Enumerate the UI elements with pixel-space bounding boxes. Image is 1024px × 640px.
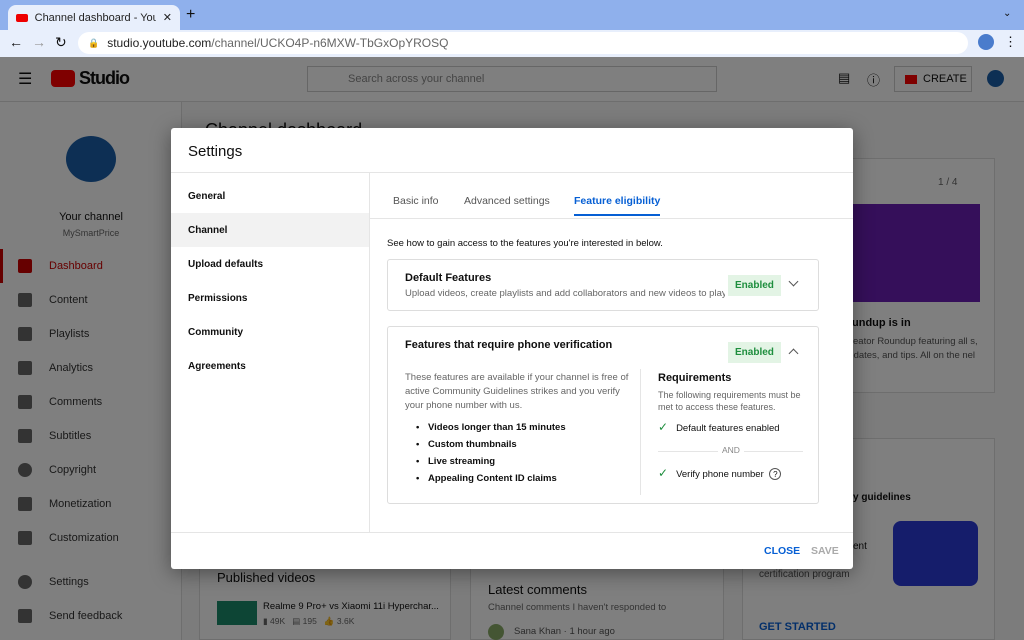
nav-general[interactable]: General — [171, 179, 369, 213]
nav-label: Community — [188, 326, 243, 338]
browser-tab-bar: Channel dashboard - YouTube ✕ + ⌄ — [0, 0, 1024, 30]
status-badge: Enabled — [728, 342, 781, 363]
and-separator: AND — [718, 445, 744, 455]
chevron-up-icon[interactable] — [788, 348, 799, 359]
back-icon[interactable]: ← — [9, 34, 23, 50]
chevron-down-icon[interactable]: ⌄ — [1003, 8, 1011, 19]
tab-basic-info[interactable]: Basic info — [393, 195, 439, 207]
nav-label: Permissions — [188, 292, 248, 304]
browser-toolbar: ← → ↻ 🔒 studio.youtube.com/channel/UCKO4… — [0, 30, 1024, 57]
card-description: These features are available if your cha… — [405, 372, 629, 411]
check-icon: ✓ — [658, 420, 669, 434]
nav-label: Channel — [188, 224, 228, 236]
nav-label: General — [188, 190, 226, 202]
close-tab-icon[interactable]: ✕ — [163, 11, 172, 24]
divider — [370, 218, 853, 219]
address-bar[interactable]: 🔒 studio.youtube.com/channel/UCKO4P-n6MX… — [78, 32, 968, 54]
feature-item: Custom thumbnails — [416, 439, 517, 450]
feature-item: Appealing Content ID claims — [416, 473, 557, 484]
new-tab-icon[interactable]: + — [186, 6, 195, 24]
settings-dialog: Settings General Channel Upload defaults… — [171, 128, 853, 569]
close-button[interactable]: CLOSE — [764, 545, 800, 557]
intro-text: See how to gain access to the features y… — [387, 238, 663, 249]
save-button[interactable]: SAVE — [811, 545, 839, 557]
youtube-favicon-icon — [16, 13, 28, 22]
nav-agreements[interactable]: Agreements — [171, 349, 369, 383]
nav-upload-defaults[interactable]: Upload defaults — [171, 247, 369, 281]
lock-icon: 🔒 — [88, 37, 100, 48]
nav-channel[interactable]: Channel — [171, 213, 369, 247]
help-icon[interactable]: ? — [769, 468, 782, 480]
url-host: studio.youtube.com — [107, 36, 212, 50]
chevron-down-icon[interactable] — [788, 276, 799, 287]
divider — [171, 532, 853, 533]
tab-feature-eligibility[interactable]: Feature eligibility — [574, 195, 661, 216]
browser-tab[interactable]: Channel dashboard - YouTube ✕ — [8, 5, 180, 30]
dialog-title: Settings — [188, 143, 243, 160]
forward-icon[interactable]: → — [32, 34, 46, 50]
requirement-item: Verify phone number — [676, 469, 764, 480]
phone-verification-card: Features that require phone verification… — [387, 326, 819, 504]
nav-permissions[interactable]: Permissions — [171, 281, 369, 315]
check-icon: ✓ — [658, 466, 669, 480]
url-path: /channel/UCKO4P-n6MXW-TbGxOpYROSQ — [211, 36, 449, 50]
feature-item: Live streaming — [416, 456, 495, 467]
card-description: Upload videos, create playlists and add … — [405, 288, 725, 299]
tab-advanced-settings[interactable]: Advanced settings — [464, 195, 550, 207]
card-title: Default Features — [405, 272, 492, 284]
tab-title: Channel dashboard - YouTube — [34, 11, 156, 24]
card-title: Features that require phone verification — [405, 339, 613, 351]
menu-icon[interactable]: ⋮ — [1004, 34, 1017, 50]
feature-item: Videos longer than 15 minutes — [416, 422, 566, 433]
nav-community[interactable]: Community — [171, 315, 369, 349]
default-features-card[interactable]: Default Features Upload videos, create p… — [387, 259, 819, 311]
requirement-item: Default features enabled — [676, 423, 780, 434]
nav-label: Agreements — [188, 360, 246, 372]
nav-label: Upload defaults — [188, 258, 264, 270]
reload-icon[interactable]: ↻ — [55, 34, 67, 51]
divider — [640, 369, 641, 495]
status-badge: Enabled — [728, 275, 781, 296]
profile-avatar[interactable] — [978, 34, 994, 50]
requirements-title: Requirements — [658, 372, 732, 384]
settings-nav: General Channel Upload defaults Permissi… — [171, 173, 370, 532]
requirements-description: The following requirements must be met t… — [658, 390, 801, 412]
